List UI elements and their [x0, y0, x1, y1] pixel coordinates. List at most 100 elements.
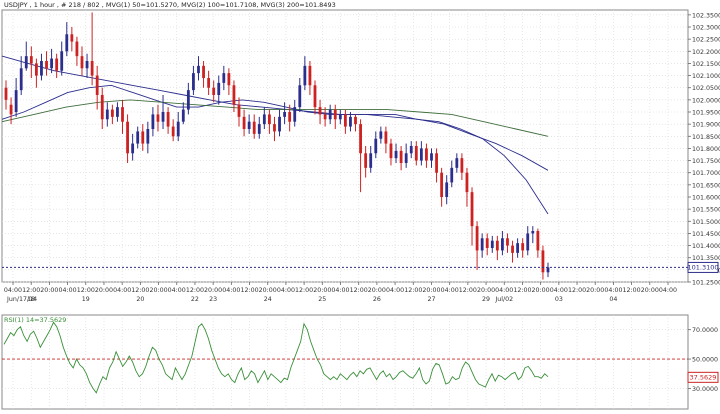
time-tick-label: 04:00	[386, 287, 404, 294]
price-tick-label: 101.3500	[692, 255, 720, 262]
price-tick-label: 101.8500	[692, 134, 720, 141]
time-tick-label: 04:00	[331, 287, 349, 294]
candle-body	[222, 73, 226, 83]
time-tick-label: 12:00	[77, 287, 95, 294]
candle-body	[425, 148, 428, 161]
price-pane-frame	[1, 9, 689, 283]
time-tick-label: 12:00	[623, 287, 641, 294]
candle-body	[349, 116, 352, 127]
rsi-title: RSI(1) 14=37.5629	[4, 316, 66, 324]
price-tick-label: 101.7500	[692, 158, 720, 165]
candle-body	[536, 231, 540, 251]
candle-body	[257, 124, 261, 134]
time-tick-label: 12:00	[186, 287, 204, 294]
candle-body	[278, 116, 281, 132]
price-tick-label: 102.2500	[692, 37, 720, 44]
candle-body	[516, 243, 520, 253]
candle-body	[359, 124, 362, 154]
candle-body	[313, 85, 317, 108]
price-tick-label: 101.9500	[692, 110, 720, 117]
price-tick-label: 102.0500	[692, 85, 720, 92]
candle-body	[328, 109, 332, 120]
time-tick-label: 20:00	[259, 287, 277, 294]
candle-body	[166, 112, 170, 127]
candle-body	[116, 107, 119, 117]
candle-body	[171, 126, 175, 137]
time-tick-label: 20:00	[149, 287, 167, 294]
candle-body	[105, 109, 109, 120]
candle-body	[237, 104, 241, 117]
candle-body	[541, 250, 545, 273]
last-price-marker: 101.3100	[687, 261, 719, 273]
date-label: Jul/02	[494, 296, 513, 303]
time-tick-label: 12:00	[240, 287, 258, 294]
candle-body	[227, 73, 231, 86]
time-tick-label: 20:00	[95, 287, 113, 294]
time-tick-label: 04:00	[113, 287, 131, 294]
time-tick-label: 12:00	[350, 287, 368, 294]
candle-body	[293, 107, 297, 122]
candle-body	[430, 153, 433, 161]
candle-body	[29, 56, 33, 64]
date-label: 18	[27, 296, 35, 303]
date-label: 04	[609, 296, 617, 303]
date-label: 26	[373, 296, 381, 303]
candle-body	[141, 131, 145, 144]
candle-body	[323, 114, 327, 120]
candle-body	[60, 51, 64, 71]
candle-body	[161, 112, 165, 122]
candle-body	[511, 245, 514, 253]
price-tick-label: 102.1000	[692, 73, 720, 80]
candle-body	[217, 82, 221, 95]
candle-body	[485, 238, 489, 248]
candle-body	[268, 114, 271, 125]
candle-body	[440, 172, 444, 197]
time-tick-label: 20:00	[641, 287, 659, 294]
candle-body	[24, 56, 28, 69]
date-label: 25	[318, 296, 326, 303]
time-tick-label: 04:00	[4, 287, 22, 294]
date-label: 22	[191, 296, 199, 303]
price-axis: 102.3500 102.3000 102.2500 102.2000 102.1500…	[688, 12, 720, 287]
price-tick-label: 101.6500	[692, 182, 720, 189]
time-tick-label: 20:00	[368, 287, 386, 294]
time-tick-label: 04:00	[59, 287, 77, 294]
candle-body	[384, 131, 388, 144]
candle-body	[176, 121, 180, 137]
candle-body	[450, 167, 454, 183]
time-tick-label: 20:00	[204, 287, 222, 294]
time-tick-label: 20:00	[532, 287, 550, 294]
candle-body	[40, 61, 43, 76]
candle-body	[303, 65, 307, 86]
candle-body	[354, 116, 357, 125]
candle-body	[521, 243, 525, 251]
candle-body	[126, 121, 129, 154]
candle-body	[181, 109, 185, 122]
candle-body	[207, 78, 211, 88]
candle-body	[55, 58, 59, 71]
price-tick-label: 102.3500	[692, 12, 720, 19]
rsi-tick-label: 70.0000	[692, 327, 718, 334]
candle-body	[80, 56, 84, 69]
candle-body	[90, 61, 94, 76]
time-tick-label: 04:00	[168, 287, 186, 294]
rsi-pane: 70.0000 50.0000 30.0000 37.5629 RSI(1) 14=…	[1, 314, 719, 410]
time-tick-label: 20:00	[40, 287, 58, 294]
candle-body	[333, 109, 337, 120]
time-tick-label: 04:00	[495, 287, 513, 294]
candle-body	[202, 65, 205, 78]
date-label: 03	[555, 296, 563, 303]
candle-body	[465, 172, 469, 193]
candle-body	[475, 226, 479, 251]
candle-body	[318, 107, 322, 115]
candle-body	[399, 150, 403, 163]
time-tick-label: 12:00	[131, 287, 149, 294]
candle-body	[14, 90, 18, 112]
rsi-tick-label: 50.0000	[692, 357, 718, 364]
candle-body	[4, 87, 8, 100]
candle-body	[121, 107, 124, 122]
candle-body	[364, 153, 368, 168]
candle-body	[252, 121, 256, 134]
time-tick-label: 12:00	[295, 287, 313, 294]
candle-body	[70, 34, 74, 42]
